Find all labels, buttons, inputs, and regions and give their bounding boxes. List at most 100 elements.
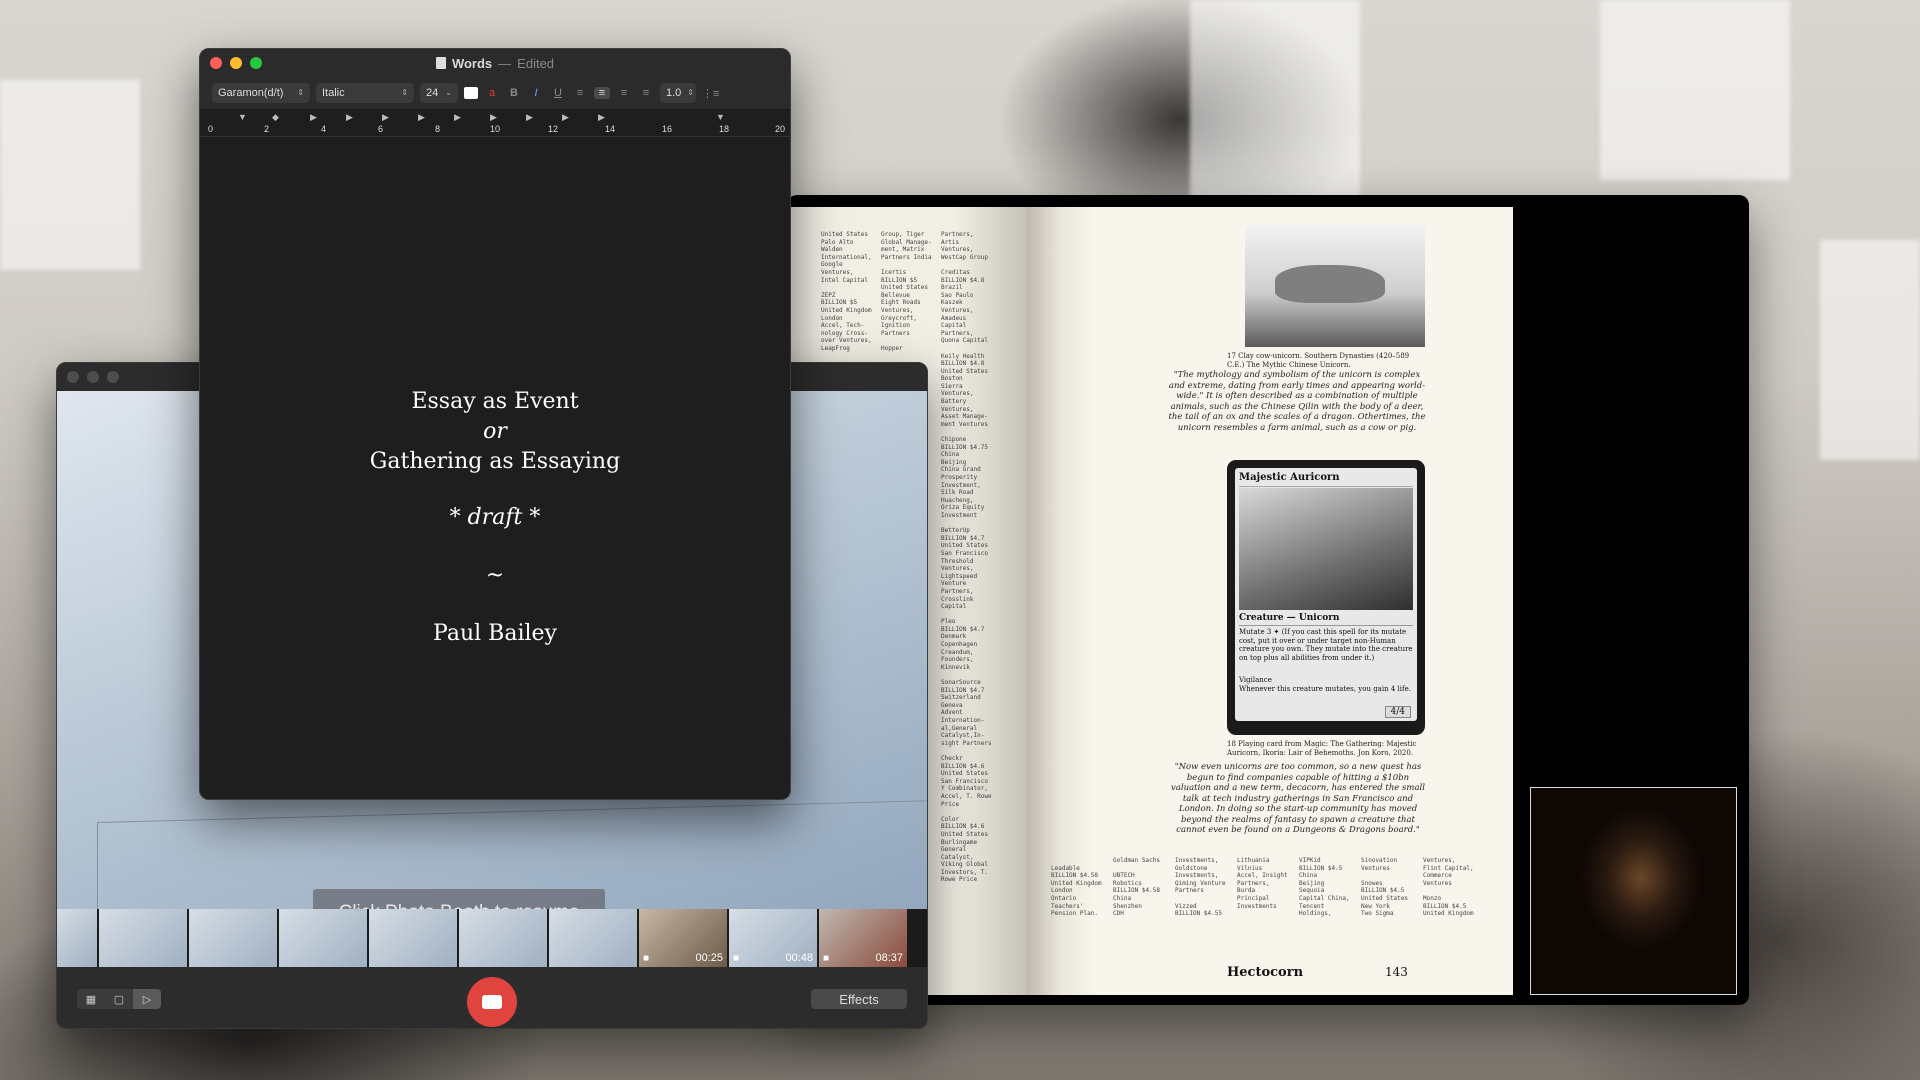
bottom-column-7: Ventures, Flint Capital, Commerce Ventur…	[1423, 857, 1474, 918]
italic-button[interactable]: I	[528, 87, 544, 99]
card-ability: Whenever this creature mutates, you gain…	[1239, 684, 1411, 693]
stepper-arrows-icon: ⇕	[297, 88, 304, 97]
bottom-column-2: Goldman Sachs UBTECH Robotics BILLION $4…	[1113, 857, 1160, 918]
video-camera-icon	[482, 995, 502, 1009]
line-spacing-value: 1.0	[666, 87, 682, 99]
thumbnail-strip[interactable]: ■ 00:25 ■ 00:48 ■ 08:37	[57, 909, 927, 967]
decacorn-quote: "Now even unicorns are too common, so a …	[1171, 762, 1425, 835]
thumbnail[interactable]	[279, 909, 367, 967]
page-footer-title: Hectocorn	[1227, 965, 1304, 980]
ruler-label: 4	[321, 124, 327, 134]
list-icon[interactable]: ⋮≡	[702, 87, 719, 100]
thumbnail[interactable]	[369, 909, 457, 967]
grid-view-icon[interactable]: ▦	[77, 989, 105, 1009]
background-window-pane	[1600, 0, 1790, 180]
ruler-label: 18	[719, 124, 730, 134]
effects-button[interactable]: Effects	[811, 989, 907, 1009]
text-color-swatch[interactable]	[464, 87, 478, 99]
background-window-pane	[0, 80, 140, 270]
first-line-indent-marker[interactable]: ▼	[238, 112, 247, 122]
minimize-button[interactable]	[230, 57, 242, 69]
right-indent-marker[interactable]: ▼	[716, 112, 725, 122]
ruler[interactable]: ▼ ◆ ▶ ▶ ▶ ▶ ▶ ▶ ▶ ▶ ▶ ▼ 0 2 4 6 8 10 12 …	[200, 110, 790, 137]
card-power-toughness: 4/4	[1384, 706, 1411, 718]
document-text-area[interactable]: Essay as Event or Gathering as Essaying …	[200, 167, 790, 799]
tab-stop-marker[interactable]: ▶	[310, 112, 317, 123]
window-title: Words	[451, 55, 493, 71]
document-tilde-line: ~	[485, 563, 505, 588]
thumbnail[interactable]	[99, 909, 187, 967]
line-spacing-select[interactable]: 1.0 ⇕	[660, 83, 696, 103]
format-toolbar: Garamon(d/t) ⇕ Italic ⇕ 24 ⌄ a B I U ≡ ≡…	[200, 77, 790, 110]
highlight-color-icon[interactable]: a	[484, 87, 500, 99]
left-column-2: Group, Tiger Global Manage- ment, Matrix…	[881, 231, 932, 352]
page-number: 143	[1385, 965, 1408, 979]
words-titlebar[interactable]: Words — Edited	[200, 49, 790, 77]
figure-18-caption: 18 Playing card from Magic: The Gatherin…	[1227, 740, 1417, 757]
card-rules: Mutate 3 ✦ (If you cast this spell for i…	[1239, 628, 1413, 662]
align-center-icon[interactable]: ≡	[594, 87, 610, 99]
font-family-select[interactable]: Garamon(d/t) ⇕	[212, 83, 310, 103]
align-right-icon[interactable]: ≡	[616, 87, 632, 99]
stepper-arrows-icon: ⇕	[687, 88, 694, 97]
card-name: Majestic Auricorn	[1239, 472, 1413, 487]
tab-stop-marker[interactable]: ▶	[598, 112, 605, 123]
ruler-label: 14	[605, 124, 616, 134]
bottom-column-6: Sinovation Ventures Snowes BILLION $4.5 …	[1361, 857, 1408, 918]
thumbnail[interactable]	[57, 909, 97, 967]
record-button[interactable]	[467, 977, 517, 1027]
ruler-label: 16	[662, 124, 673, 134]
single-photo-icon[interactable]: ▢	[105, 989, 133, 1009]
zoom-button[interactable]	[107, 371, 119, 383]
thumbnail[interactable]	[189, 909, 277, 967]
tab-stop-marker[interactable]: ▶	[346, 112, 353, 123]
background-window-pane	[1820, 240, 1920, 460]
tab-stop-marker[interactable]: ▶	[454, 112, 461, 123]
tab-stop-marker[interactable]: ▶	[382, 112, 389, 123]
tab-stop-marker[interactable]: ▶	[418, 112, 425, 123]
underline-button[interactable]: U	[550, 87, 566, 99]
thumbnail[interactable]	[549, 909, 637, 967]
close-button[interactable]	[67, 371, 79, 383]
bold-button[interactable]: B	[506, 87, 522, 99]
video-duration: 00:48	[785, 952, 813, 964]
ruler-label: 10	[490, 124, 501, 134]
resume-message[interactable]: Click Photo Booth to resume	[313, 889, 605, 909]
align-left-icon[interactable]: ≡	[572, 87, 588, 99]
video-mode-icon[interactable]: ▷	[133, 989, 161, 1009]
video-thumbnail[interactable]: ■ 00:25	[639, 909, 727, 967]
left-column-3: Partners, Artis Ventures, WestCap Group …	[941, 231, 992, 884]
video-thumbnail[interactable]: ■ 08:37	[819, 909, 907, 967]
card-type: Creature — Unicorn	[1239, 613, 1413, 626]
tab-stop-marker[interactable]: ▶	[526, 112, 533, 123]
speaker-webcam-view	[1530, 787, 1737, 995]
view-mode-segmented-control[interactable]: ▦ ▢ ▷	[77, 989, 161, 1009]
font-style-select[interactable]: Italic ⇕	[316, 83, 414, 103]
font-style-value: Italic	[322, 87, 345, 99]
tab-stop-marker[interactable]: ◆	[272, 112, 279, 123]
thumbnail[interactable]	[459, 909, 547, 967]
bottom-column-5: VIPKid BILLION $4.5 China Beijing Sequoi…	[1299, 857, 1350, 918]
close-button[interactable]	[210, 57, 222, 69]
video-camera-icon: ■	[733, 953, 740, 964]
clay-unicorn-photo	[1245, 225, 1425, 347]
document-or-line: or	[483, 419, 507, 444]
video-thumbnail[interactable]: ■ 00:48	[729, 909, 817, 967]
document-author-line: Paul Bailey	[433, 621, 557, 646]
font-size-select[interactable]: 24 ⌄	[420, 83, 458, 103]
bottom-column-4: Lithuania Vilnius Accel, Insight Partner…	[1237, 857, 1288, 910]
align-justify-icon[interactable]: ≡	[638, 87, 654, 99]
font-size-value: 24	[426, 87, 439, 99]
edited-status: Edited	[517, 55, 555, 71]
tab-stop-marker[interactable]: ▶	[562, 112, 569, 123]
bottom-column-1: Leadable BILLION $4.58 United Kingdom Lo…	[1051, 864, 1102, 918]
tab-stop-marker[interactable]: ▶	[490, 112, 497, 123]
photo-booth-controls: ▦ ▢ ▷ Effects	[57, 967, 927, 1028]
minimize-button[interactable]	[87, 371, 99, 383]
font-family-value: Garamon(d/t)	[218, 87, 284, 99]
card-art	[1239, 488, 1413, 610]
zoom-button[interactable]	[250, 57, 262, 69]
video-duration: 00:25	[695, 952, 723, 964]
document-draft-line: * draft *	[449, 505, 541, 530]
words-editor-window[interactable]: Words — Edited Garamon(d/t) ⇕ Italic ⇕ 2…	[199, 48, 791, 800]
